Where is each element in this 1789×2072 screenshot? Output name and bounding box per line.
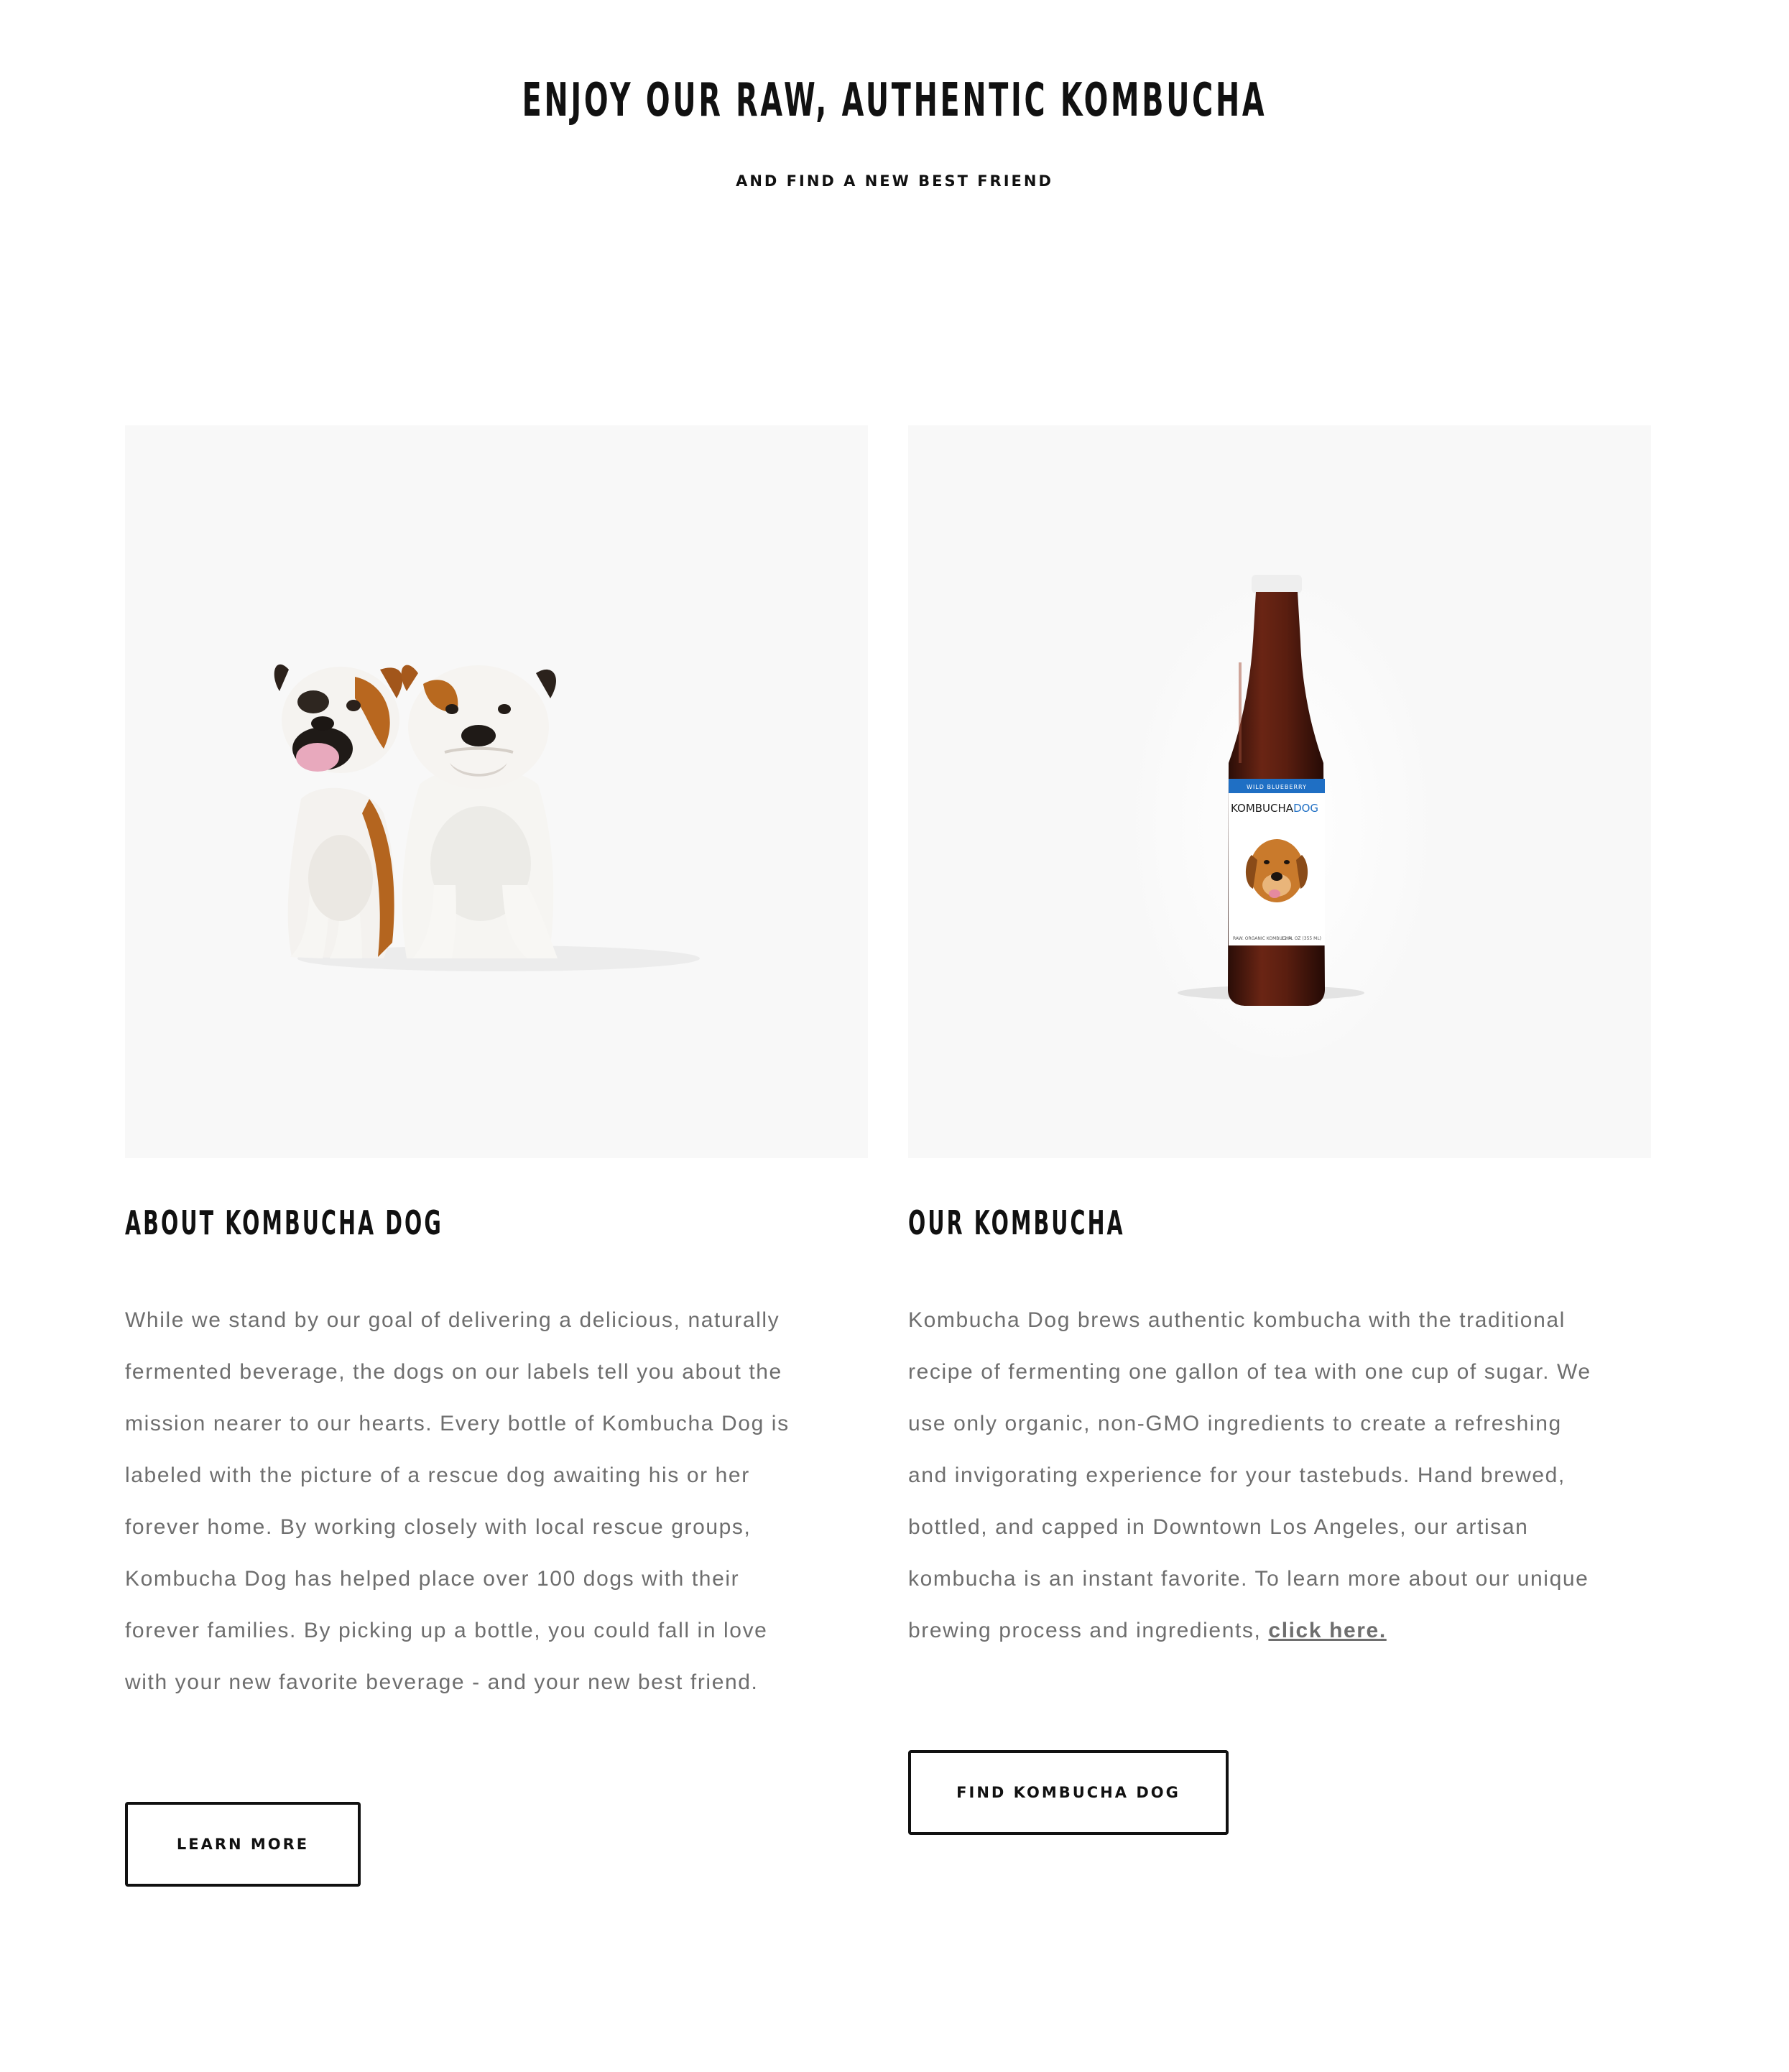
bottle-footer-right: 12 FL OZ (355 ML): [1281, 936, 1321, 941]
bottle-brand-text: KOMBUCHADOG: [1231, 802, 1318, 815]
about-body: While we stand by our goal of delivering…: [125, 1308, 790, 1694]
left-bulldog: [274, 664, 403, 958]
right-bulldog: [401, 665, 558, 958]
bottle-brand-part2: DOG: [1293, 802, 1318, 815]
learn-more-button[interactable]: LEARN MORE: [125, 1802, 361, 1887]
find-kombucha-dog-button[interactable]: FIND KOMBUCHA DOG: [908, 1750, 1229, 1835]
bottle-flavor-text: WILD BLUEBERRY: [1247, 784, 1307, 790]
our-kombucha-body: Kombucha Dog brews authentic kombucha wi…: [908, 1295, 1598, 1657]
page-title: ENJOY OUR RAW, AUTHENTIC KOMBUCHA: [522, 74, 1267, 127]
click-here-link[interactable]: click here.: [1268, 1619, 1386, 1642]
our-kombucha-section: WILD BLUEBERRY KOMBUCHADOG RAW. ORGANIC …: [908, 425, 1651, 1835]
about-heading: ABOUT KOMBUCHA DOG: [125, 1203, 443, 1242]
about-section: ABOUT KOMBUCHA DOG While we stand by our…: [125, 425, 868, 1887]
our-kombucha-body-text: Kombucha Dog brews authentic kombucha wi…: [908, 1308, 1591, 1642]
bulldogs-photo: [125, 425, 868, 1158]
page-subtitle: AND FIND A NEW BEST FRIEND: [736, 172, 1053, 190]
bottle-photo: WILD BLUEBERRY KOMBUCHADOG RAW. ORGANIC …: [908, 425, 1651, 1158]
bottle-brand-part1: KOMBUCHA: [1231, 802, 1294, 815]
our-kombucha-heading: OUR KOMBUCHA: [908, 1203, 1125, 1242]
